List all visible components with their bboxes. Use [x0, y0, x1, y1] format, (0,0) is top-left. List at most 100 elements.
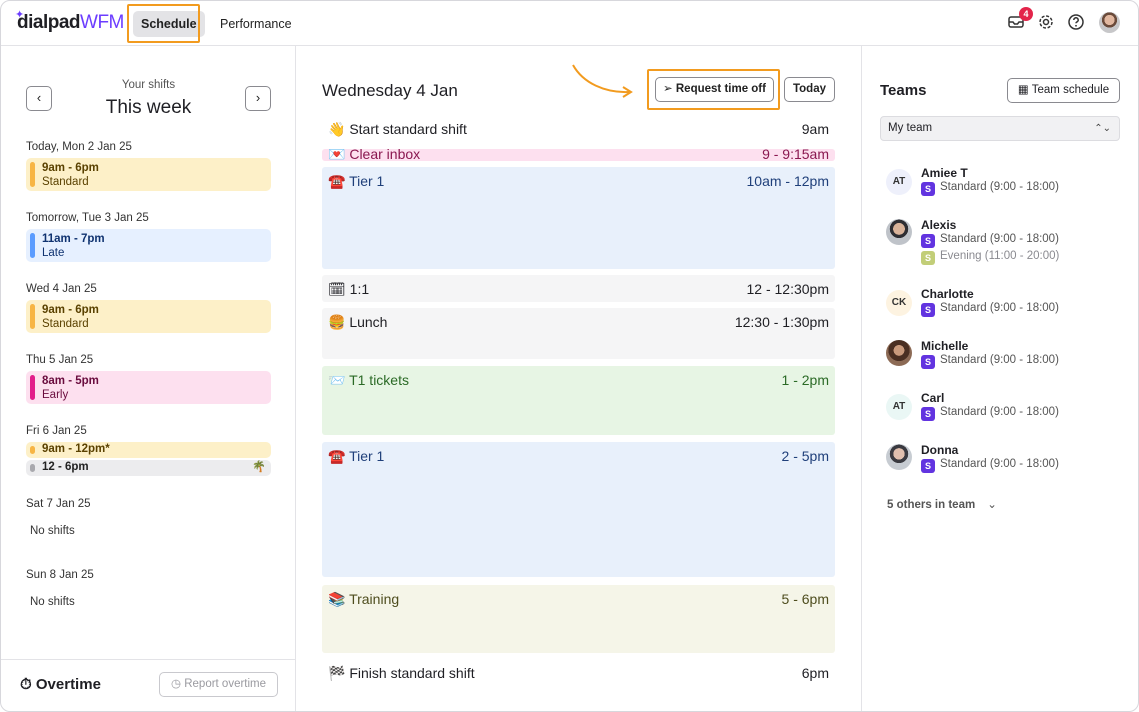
- shift-type: Standard: [42, 176, 89, 188]
- member-name: Donna: [921, 443, 959, 457]
- telephone-icon: ☎️: [328, 448, 346, 464]
- member-shift: S Standard (9:00 - 18:00): [921, 181, 1059, 196]
- timer-icon: ⏱: [20, 676, 32, 693]
- no-shifts-label: No shifts: [30, 596, 75, 608]
- books-icon: 📚: [328, 591, 346, 607]
- shift-color-bar: [30, 233, 35, 258]
- teams-title: Teams: [880, 82, 927, 99]
- send-icon: ➢: [663, 83, 673, 95]
- member-shift: S Standard (9:00 - 18:00): [921, 458, 1059, 473]
- no-shifts-label: No shifts: [30, 525, 75, 537]
- shift-card[interactable]: 8am - 5pm Early: [26, 371, 271, 404]
- member-avatar: CK: [886, 290, 912, 316]
- pointer-arrow-icon: [572, 64, 633, 98]
- shift-type: Early: [42, 389, 69, 401]
- next-week-button[interactable]: ›: [245, 86, 271, 111]
- agenda-event-finish-shift[interactable]: 🏁 Finish standard shift 6pm: [322, 665, 835, 685]
- tab-performance[interactable]: Performance: [212, 11, 300, 37]
- agenda-event-one-on-one[interactable]: 🗓 1:1 12 - 12:30pm: [322, 275, 835, 302]
- gear-icon[interactable]: [1036, 13, 1056, 33]
- shift-time: 8am - 5pm: [42, 375, 99, 387]
- chevron-down-icon: ⌄: [987, 499, 997, 511]
- telephone-icon: ☎️: [328, 173, 346, 189]
- member-avatar: [886, 219, 912, 245]
- member-shift: S Standard (9:00 - 18:00): [921, 302, 1059, 317]
- shift-color-bar: [30, 304, 35, 329]
- shift-card[interactable]: 9am - 6pm Standard: [26, 158, 271, 191]
- member-name: Carl: [921, 391, 945, 405]
- member-shift: S Standard (9:00 - 18:00): [921, 354, 1059, 369]
- palm-tree-icon: 🌴: [252, 461, 266, 473]
- team-select[interactable]: My team ⌃⌄: [880, 116, 1120, 141]
- day-label: Today, Mon 2 Jan 25: [26, 141, 132, 153]
- shift-time: 9am - 12pm*: [42, 443, 110, 455]
- teams-panel: Teams ▦ Team schedule My team ⌃⌄ AT Amie…: [861, 46, 1138, 711]
- member-name: Charlotte: [921, 287, 974, 301]
- report-overtime-button[interactable]: ◷ Report overtime: [159, 672, 278, 697]
- select-chevron-icon: ⌃⌄: [1094, 123, 1111, 134]
- shift-time: 11am - 7pm: [42, 233, 105, 245]
- member-name: Amiee T: [921, 166, 968, 180]
- app-window: ✦ dialpadWFM Schedule Performance 4 ‹ You…: [0, 0, 1139, 712]
- shift-color-bar: [30, 446, 35, 454]
- agenda-event-t1-tickets[interactable]: 📨 T1 tickets 1 - 2pm: [322, 366, 835, 435]
- day-label: Tomorrow, Tue 3 Jan 25: [26, 212, 149, 224]
- my-shifts-panel: ‹ Your shifts This week › Today, Mon 2 J…: [1, 46, 296, 711]
- overtime-title: ⏱ Overtime: [20, 676, 101, 693]
- member-avatar: [886, 340, 912, 366]
- shift-color-bar: [30, 464, 35, 472]
- day-label: Fri 6 Jan 25: [26, 425, 87, 437]
- member-shift: S Evening (11:00 - 20:00): [921, 250, 1059, 265]
- agenda-event-tier-1[interactable]: ☎️ Tier 1 10am - 12pm: [322, 167, 835, 269]
- calendar-icon: 🗓: [328, 281, 346, 297]
- shift-type: Late: [42, 247, 65, 259]
- agenda-event-tier-1[interactable]: ☎️ Tier 1 2 - 5pm: [322, 442, 835, 577]
- agenda-date-title: Wednesday 4 Jan: [322, 81, 458, 100]
- day-agenda-panel: Wednesday 4 Jan ➢ Request time off Today…: [297, 46, 860, 711]
- day-label: Sun 8 Jan 25: [26, 569, 94, 581]
- shift-color-bar: [30, 375, 35, 400]
- day-label: Sat 7 Jan 25: [26, 498, 91, 510]
- team-schedule-button[interactable]: ▦ Team schedule: [1007, 78, 1120, 103]
- shift-time: 9am - 6pm: [42, 304, 99, 316]
- shift-card[interactable]: 9am - 12pm*: [26, 442, 271, 458]
- member-avatar: AT: [886, 169, 912, 195]
- love-letter-icon: 💌: [328, 146, 346, 162]
- calendar-icon: ▦: [1017, 84, 1029, 96]
- shift-card[interactable]: 12 - 6pm 🌴: [26, 460, 271, 476]
- member-name: Alexis: [921, 218, 957, 232]
- day-label: Thu 5 Jan 25: [26, 354, 94, 366]
- clock-icon: ◷: [170, 678, 182, 690]
- member-shift: S Standard (9:00 - 18:00): [921, 233, 1059, 248]
- checkered-flag-icon: 🏁: [328, 665, 346, 681]
- shift-type: Standard: [42, 318, 89, 330]
- shift-card[interactable]: 11am - 7pm Late: [26, 229, 271, 262]
- agenda-event-training[interactable]: 📚 Training 5 - 6pm: [322, 585, 835, 653]
- member-name: Michelle: [921, 339, 969, 353]
- today-button[interactable]: Today: [784, 77, 835, 102]
- help-icon[interactable]: [1066, 13, 1086, 33]
- others-in-team-toggle[interactable]: 5 others in team ⌄: [887, 497, 997, 511]
- overtime-section: ⏱ Overtime ◷ Report overtime: [1, 659, 296, 711]
- agenda-event-clear-inbox[interactable]: 💌 Clear inbox 9 - 9:15am: [322, 146, 835, 162]
- shift-card[interactable]: 9am - 6pm Standard: [26, 300, 271, 333]
- dialpad-wfm-logo[interactable]: ✦ dialpadWFM: [15, 9, 124, 34]
- user-avatar[interactable]: [1099, 12, 1120, 33]
- envelope-icon: 📨: [328, 372, 346, 388]
- shift-time: 12 - 6pm: [42, 461, 89, 473]
- request-time-off-button[interactable]: ➢ Request time off: [655, 77, 774, 102]
- day-label: Wed 4 Jan 25: [26, 283, 97, 295]
- agenda-event-lunch[interactable]: 🍔 Lunch 12:30 - 1:30pm: [322, 308, 835, 359]
- burger-icon: 🍔: [328, 314, 346, 330]
- agenda-event-start-shift[interactable]: 👋 Start standard shift 9am: [322, 121, 835, 141]
- member-shift: S Standard (9:00 - 18:00): [921, 406, 1059, 421]
- shift-color-bar: [30, 162, 35, 187]
- top-bar: ✦ dialpadWFM Schedule Performance 4: [1, 1, 1138, 46]
- logo-spark-icon: ✦: [15, 9, 24, 21]
- wave-icon: 👋: [328, 121, 346, 137]
- shift-time: 9am - 6pm: [42, 162, 99, 174]
- member-avatar: [886, 444, 912, 470]
- tab-schedule[interactable]: Schedule: [133, 11, 205, 37]
- inbox-badge: 4: [1019, 7, 1033, 21]
- member-avatar: AT: [886, 394, 912, 420]
